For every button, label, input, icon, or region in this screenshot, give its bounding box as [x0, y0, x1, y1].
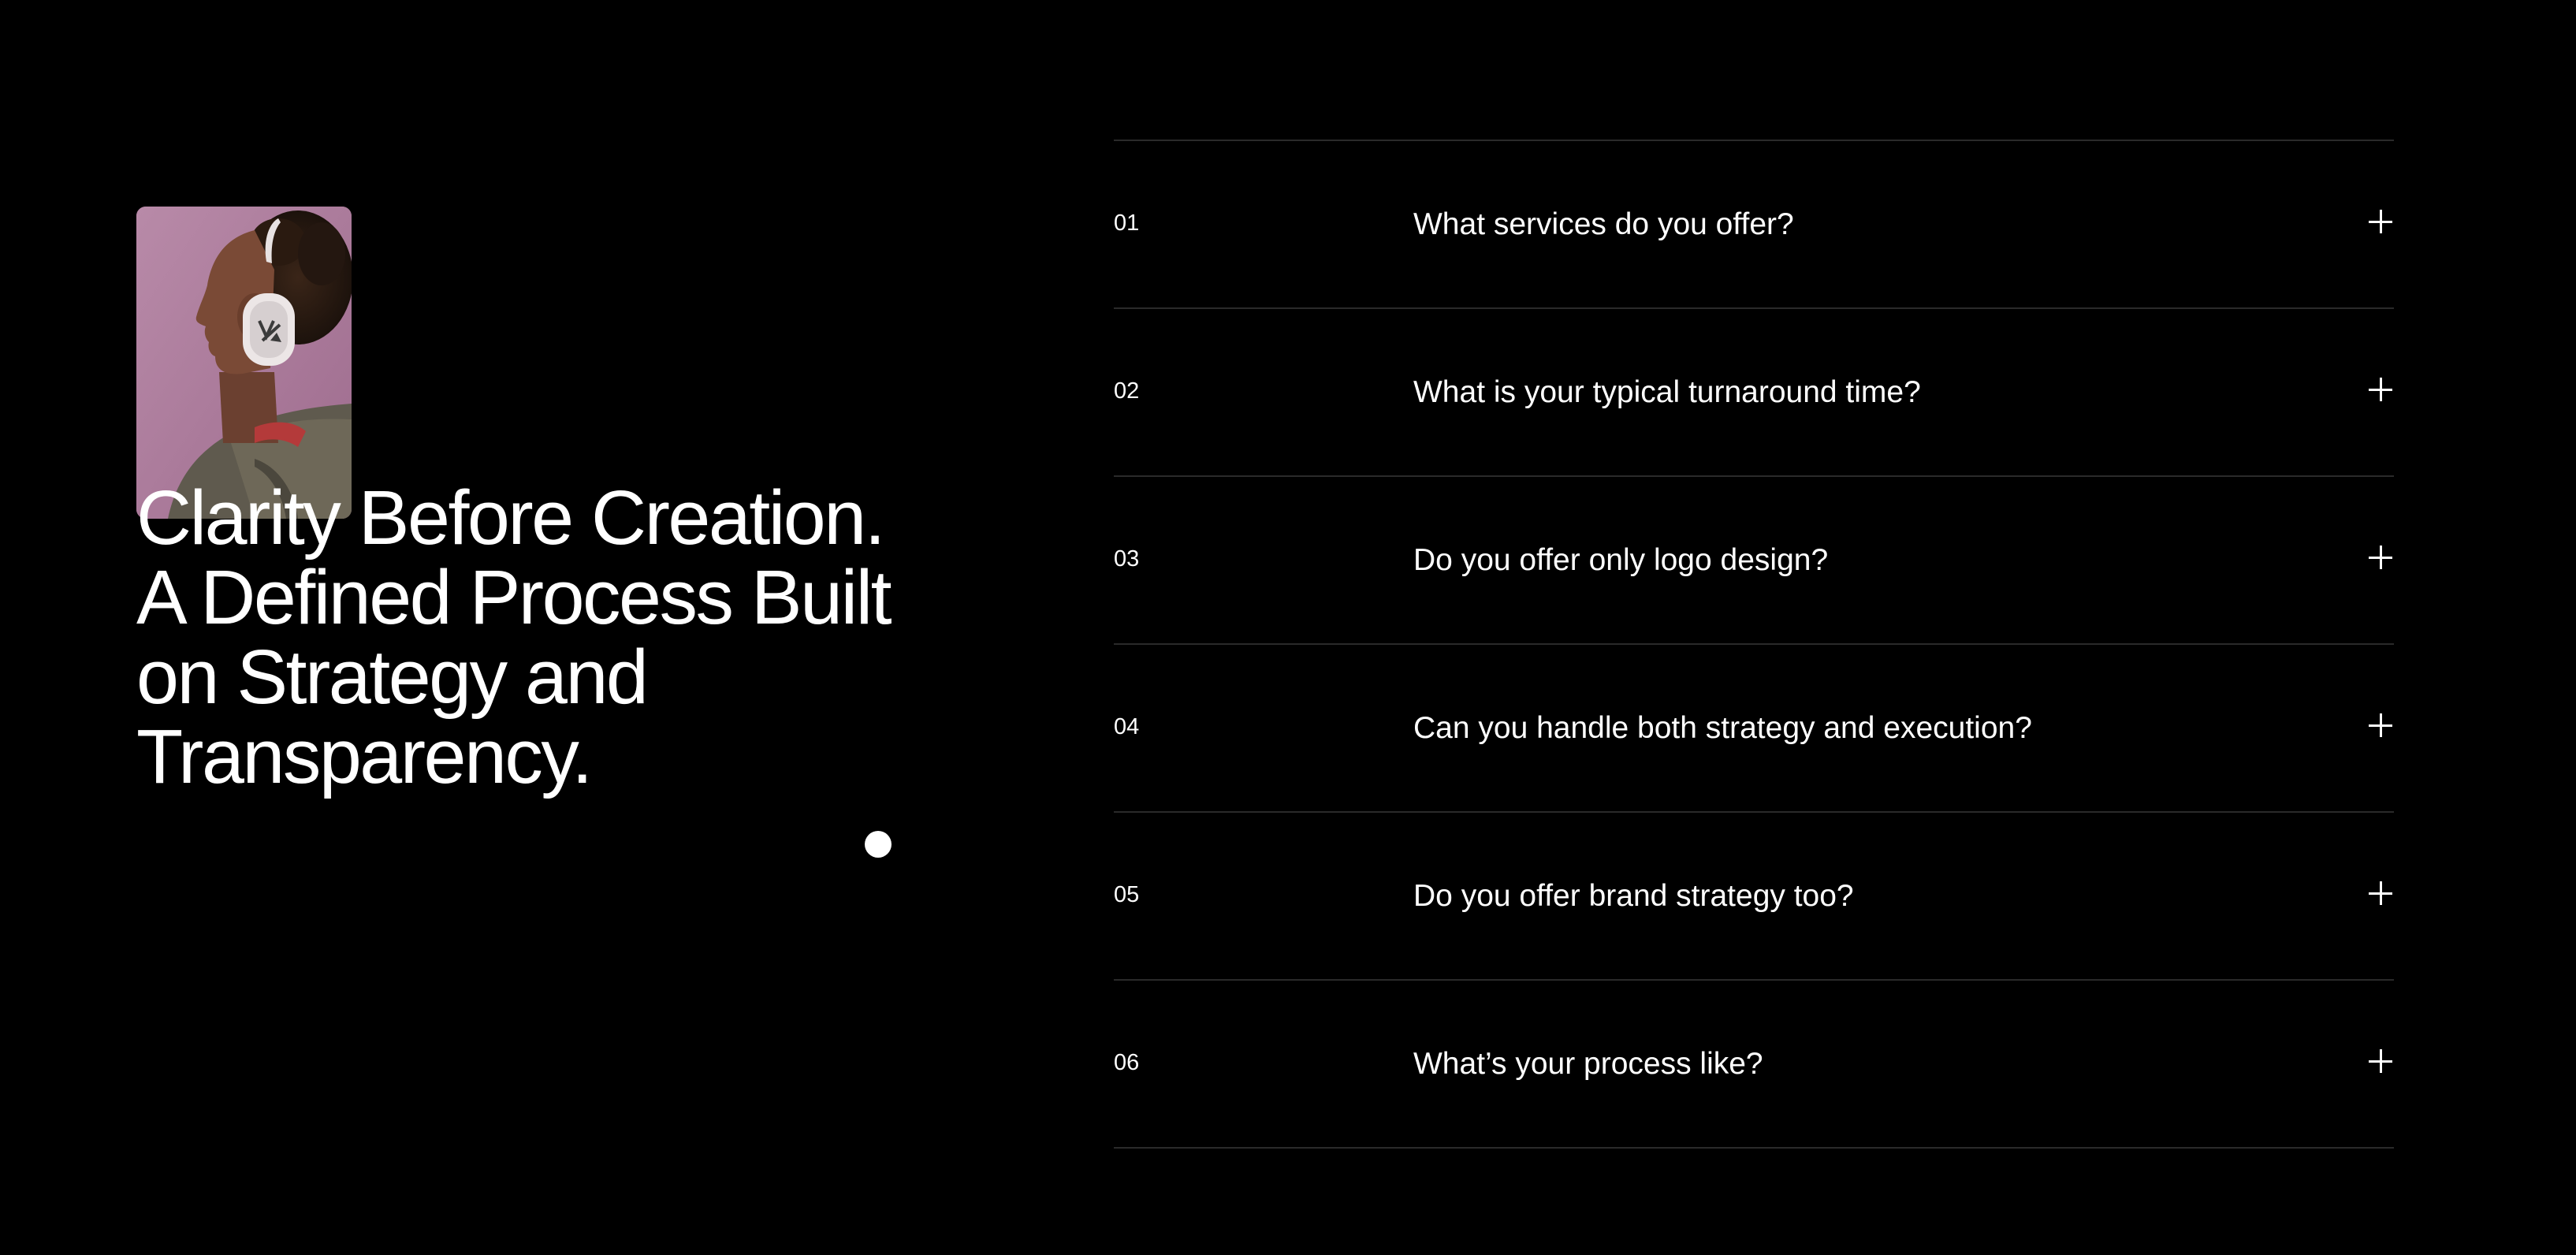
hero-headline: Clarity Before Creation. A Defined Proce…	[136, 478, 956, 796]
headline-line-3: on Strategy and	[136, 634, 649, 720]
plus-icon[interactable]	[2367, 376, 2394, 403]
cursor-dot	[865, 831, 892, 858]
faq-item-01[interactable]: 01 What services do you offer?	[1114, 141, 2394, 309]
headline-line-1: Clarity Before Creation.	[136, 475, 886, 560]
faq-item-question[interactable]: Can you handle both strategy and executi…	[1413, 711, 2032, 746]
faq-item-question[interactable]: What’s your process like?	[1413, 1047, 1763, 1082]
faq-item-number: 01	[1114, 210, 1140, 236]
faq-item-number: 03	[1114, 546, 1140, 572]
hero-section: Clarity Before Creation. A Defined Proce…	[136, 0, 1003, 1255]
portrait-photo-card	[136, 207, 352, 519]
faq-item-05[interactable]: 05 Do you offer brand strategy too?	[1114, 813, 2394, 981]
plus-icon[interactable]	[2367, 208, 2394, 235]
faq-item-question[interactable]: Do you offer brand strategy too?	[1413, 879, 1854, 914]
faq-item-03[interactable]: 03 Do you offer only logo design?	[1114, 477, 2394, 645]
plus-icon[interactable]	[2367, 880, 2394, 907]
faq-item-number: 02	[1114, 378, 1140, 404]
plus-icon[interactable]	[2367, 712, 2394, 739]
faq-item-number: 06	[1114, 1050, 1140, 1075]
plus-icon[interactable]	[2367, 1048, 2394, 1074]
faq-item-number: 04	[1114, 714, 1140, 739]
faq-item-question[interactable]: What services do you offer?	[1413, 207, 1794, 242]
faq-item-number: 05	[1114, 882, 1140, 907]
faq-item-question[interactable]: Do you offer only logo design?	[1413, 543, 1828, 578]
headline-line-4: Transparency.	[136, 713, 593, 799]
faq-item-question[interactable]: What is your typical turnaround time?	[1413, 375, 1921, 410]
faq-accordion: 01 What services do you offer? 02 What i…	[1114, 140, 2394, 1149]
faq-item-02[interactable]: 02 What is your typical turnaround time?	[1114, 309, 2394, 477]
headline-line-2: A Defined Process Built	[136, 554, 892, 640]
faq-item-06[interactable]: 06 What’s your process like?	[1114, 981, 2394, 1149]
portrait-headphones-photo	[136, 207, 352, 519]
plus-icon[interactable]	[2367, 544, 2394, 571]
faq-item-04[interactable]: 04 Can you handle both strategy and exec…	[1114, 645, 2394, 813]
